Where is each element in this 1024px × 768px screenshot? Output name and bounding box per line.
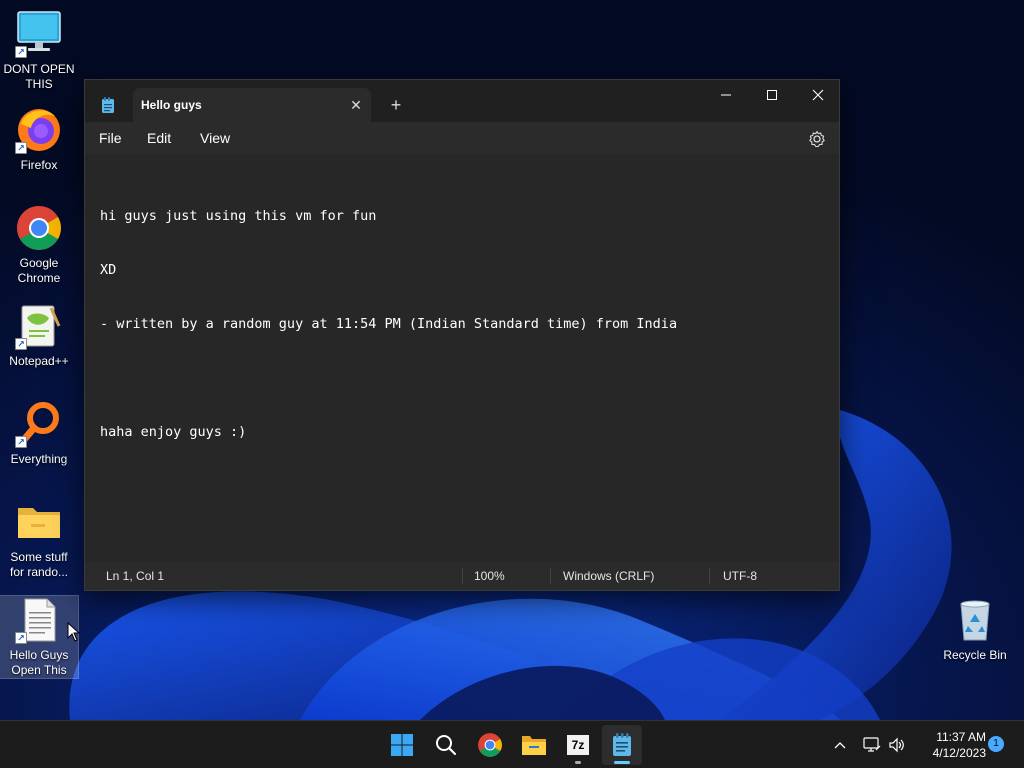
- chevron-up-icon: [834, 742, 846, 749]
- editor-line: - written by a random guy at 11:54 PM (I…: [100, 316, 678, 332]
- notepad-icon: [102, 97, 114, 113]
- editor-line: hi guys just using this vm for fun: [100, 208, 377, 224]
- taskbar-chrome-button[interactable]: [470, 725, 510, 765]
- file-explorer-icon: [522, 736, 546, 755]
- network-button[interactable]: [860, 733, 884, 757]
- mouse-cursor-icon: [67, 622, 81, 642]
- maximize-button[interactable]: [749, 80, 795, 110]
- text-editor-area[interactable]: hi guys just using this vm for fun XD - …: [85, 154, 839, 564]
- notepad-icon: [613, 733, 631, 756]
- desktop-icon-everything[interactable]: ↗ Everything: [0, 400, 78, 467]
- desktop-icon-dont-open-this[interactable]: ↗ DONT OPEN THIS: [0, 10, 78, 92]
- search-icon: [436, 735, 457, 756]
- speaker-icon: [889, 737, 904, 753]
- taskbar-file-explorer-button[interactable]: [514, 725, 554, 765]
- notepad-window[interactable]: Hello guys ✕ + File Edit View hi guys ju…: [84, 79, 840, 591]
- chrome-icon: [478, 733, 502, 757]
- clock[interactable]: 11:37 AM 4/12/2023: [914, 729, 986, 761]
- clock-date: 4/12/2023: [932, 746, 986, 760]
- volume-button[interactable]: [885, 733, 909, 757]
- minimize-button[interactable]: [703, 80, 749, 110]
- status-divider: [462, 568, 463, 584]
- status-line-ending[interactable]: Windows (CRLF): [563, 562, 654, 590]
- desktop-icon-label: DONT OPEN THIS: [3, 62, 75, 91]
- desktop-icon-label: Hello Guys Open This: [9, 648, 69, 677]
- editor-line: haha enjoy guys :): [100, 424, 247, 440]
- clock-time: 11:37 AM: [936, 730, 986, 744]
- taskbar: 7z 11:37 AM 4/12/2023: [0, 720, 1024, 768]
- desktop-icon-label: Some stuff for rando...: [9, 550, 69, 579]
- desktop-icon-notepadpp[interactable]: ↗ Notepad++: [0, 302, 78, 369]
- 7zip-icon: 7z: [567, 735, 589, 755]
- folder-icon: [18, 508, 60, 538]
- status-encoding[interactable]: UTF-8: [723, 562, 757, 590]
- menu-edit[interactable]: Edit: [147, 122, 171, 154]
- minimize-icon: [721, 94, 731, 96]
- close-icon: [812, 89, 824, 101]
- taskbar-search-button[interactable]: [426, 725, 466, 765]
- notification-badge[interactable]: 1: [988, 736, 1004, 752]
- taskbar-7zip-button[interactable]: 7z: [558, 725, 598, 765]
- editor-line: XD: [100, 262, 117, 278]
- windows-start-icon: [391, 734, 413, 756]
- title-bar[interactable]: Hello guys ✕ +: [85, 80, 839, 122]
- desktop-icon-firefox[interactable]: ↗ Firefox: [0, 106, 78, 173]
- active-indicator: [614, 761, 630, 764]
- new-tab-button[interactable]: +: [381, 92, 411, 118]
- close-window-button[interactable]: [795, 80, 841, 110]
- menu-bar: File Edit View: [85, 122, 839, 154]
- chrome-icon: [17, 206, 61, 250]
- gear-icon[interactable]: [807, 129, 827, 149]
- menu-file[interactable]: File: [99, 122, 122, 154]
- desktop-icon-label: Firefox: [20, 158, 58, 172]
- desktop-icon-label: Recycle Bin: [943, 648, 1007, 662]
- desktop-icon-recycle-bin[interactable]: Recycle Bin: [936, 596, 1014, 663]
- taskbar-notepad-button[interactable]: [602, 725, 642, 765]
- status-cursor-position: Ln 1, Col 1: [106, 569, 165, 583]
- shortcut-arrow-icon: ↗: [15, 142, 27, 154]
- tab-hello-guys[interactable]: Hello guys ✕: [133, 88, 371, 122]
- taskbar-start-button[interactable]: [382, 725, 422, 765]
- shortcut-arrow-icon: ↗: [15, 338, 27, 350]
- shortcut-arrow-icon: ↗: [15, 46, 27, 58]
- network-icon: [863, 737, 881, 752]
- close-tab-icon[interactable]: ✕: [341, 90, 371, 120]
- status-zoom[interactable]: 100%: [474, 562, 505, 590]
- desktop-icon-label: Notepad++: [9, 354, 69, 368]
- maximize-icon: [767, 90, 777, 100]
- status-bar: Ln 1, Col 1 100% Windows (CRLF) UTF-8: [85, 562, 839, 590]
- recycle-bin-icon: [960, 600, 990, 641]
- desktop-icon-label: Google Chrome: [17, 256, 61, 285]
- shortcut-arrow-icon: ↗: [15, 632, 27, 644]
- menu-view[interactable]: View: [200, 122, 230, 154]
- desktop-icon-google-chrome[interactable]: Google Chrome: [0, 204, 78, 286]
- shortcut-arrow-icon: ↗: [15, 436, 27, 448]
- status-divider: [550, 568, 551, 584]
- desktop-icon-hello-guys-open-this[interactable]: ↗ Hello Guys Open This: [0, 595, 81, 679]
- desktop-icon-some-stuff-folder[interactable]: Some stuff for rando...: [0, 498, 78, 580]
- tab-title: Hello guys: [141, 98, 202, 112]
- desktop-icon-label: Everything: [10, 452, 68, 466]
- show-hidden-icons-button[interactable]: [828, 733, 852, 757]
- status-divider: [709, 568, 710, 584]
- running-indicator: [575, 761, 581, 764]
